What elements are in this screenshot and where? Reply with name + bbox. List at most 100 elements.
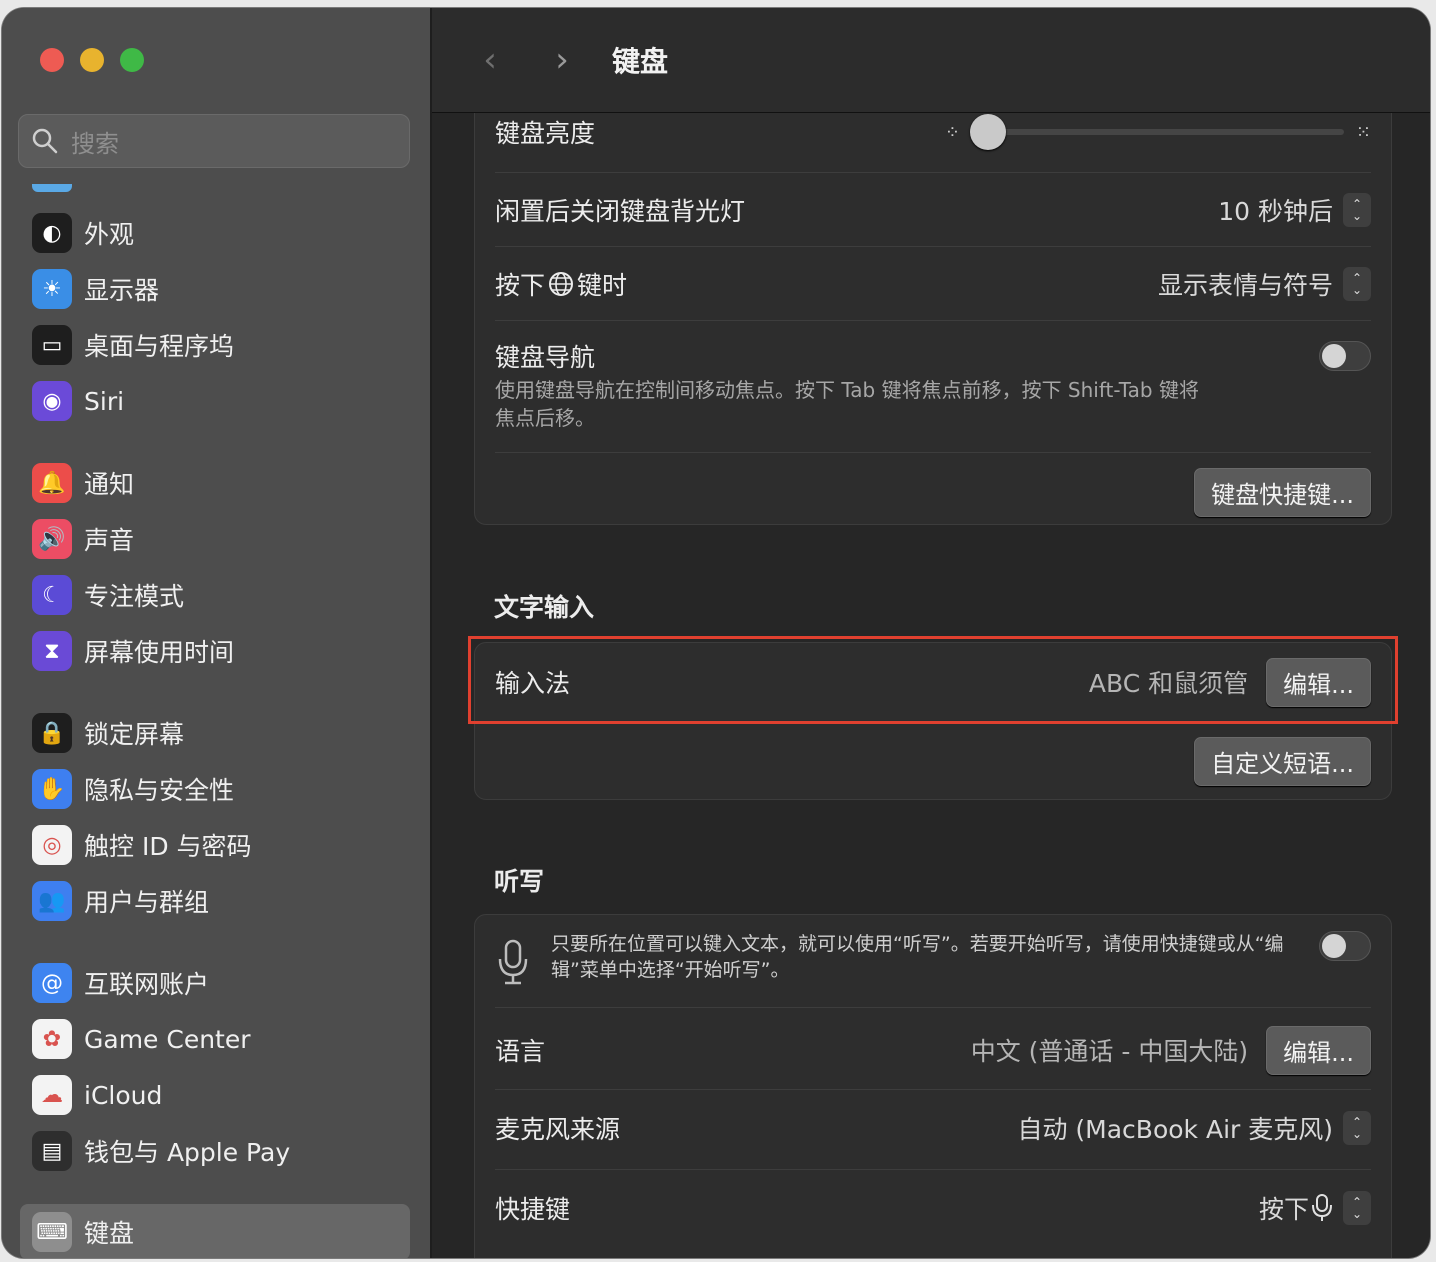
game-center-icon: ✿ [32,1019,72,1059]
mic-source-stepper[interactable]: ⌃ ⌄ [1343,1111,1371,1145]
close-button[interactable] [40,48,64,72]
text-replacements-button[interactable]: 自定义短语... [1194,736,1371,786]
dictation-card: 只要所在位置可以键入文本，就可以使用“听写”。若要开始听写，请使用快捷键或从“编… [474,914,1392,1258]
zoom-button[interactable] [120,48,144,72]
sidebar-item[interactable]: ☁ iCloud [20,1070,410,1120]
sidebar-item-label: 通知 [84,470,135,499]
sidebar-item-label: 键盘 [84,1219,135,1248]
brightness-high-icon: ⁙ [1355,121,1371,143]
bell-icon: 🔔 [32,463,72,503]
divider [495,320,1371,321]
sidebar-item[interactable]: @ 互联网账户 [20,958,410,1008]
divider [495,1169,1371,1170]
globe-key-stepper[interactable]: ⌃ ⌄ [1343,267,1371,301]
dictation-shortcut-row: 快捷键 按下 ⌃ ⌄ [495,1185,1371,1231]
sidebar-item[interactable]: ◉ Siri [20,376,410,426]
keyboard-nav-label: 键盘导航 [495,343,596,372]
keyboard-icon: ⌨ [32,1212,72,1252]
sidebar-item[interactable]: ▭ 桌面与程序坞 [20,320,410,370]
sidebar-item[interactable]: 👥 用户与群组 [20,876,410,926]
slider-knob[interactable] [969,114,1006,150]
keyboard-nav-toggle[interactable] [1319,341,1371,371]
dictation-shortcut-stepper[interactable]: ⌃ ⌄ [1343,1191,1371,1225]
sidebar-item[interactable]: ⧗ 屏幕使用时间 [20,626,410,676]
dictation-toggle[interactable] [1319,931,1371,961]
search-input[interactable]: 搜索 [71,124,119,159]
hand-icon: ✋ [32,769,72,809]
mic-source-value[interactable]: 自动 (MacBook Air 麦克风) [1017,1110,1333,1146]
toggle-knob [1322,344,1346,368]
toggle-knob [1322,934,1346,958]
sidebar-item-label: 显示器 [84,276,160,305]
slider-track[interactable] [969,114,1344,150]
fingerprint-icon: ◎ [32,825,72,865]
backlight-off-value[interactable]: 10 秒钟后 [1218,192,1333,228]
mic-source-row: 麦克风来源 自动 (MacBook Air 麦克风) ⌃ ⌄ [495,1105,1371,1151]
brightness-slider[interactable]: ⁘ ⁙ [944,114,1371,150]
dictation-language-row: 语言 中文 (普通话 - 中国大陆) 编辑... [495,1025,1371,1075]
dictation-shortcut-label: 快捷键 [495,1195,571,1224]
sidebar-item-label: Game Center [84,1024,251,1054]
back-button[interactable]: ‹ [470,40,510,80]
dictation-language-value: 中文 (普通话 - 中国大陆) [970,1037,1249,1066]
divider [495,1089,1371,1090]
sidebar-item-label: Siri [84,386,125,416]
search-field[interactable]: 搜索 [18,114,410,168]
globe-icon [549,272,574,296]
dictation-language-label: 语言 [495,1037,546,1066]
sidebar-item[interactable]: ⌨ 键盘 [20,1204,410,1258]
backlight-off-stepper[interactable]: ⌃ ⌄ [1343,193,1371,227]
sidebar-item[interactable]: ◐ 外观 [20,208,410,258]
dictation-description: 只要所在位置可以键入文本，就可以使用“听写”。若要开始听写，请使用快捷键或从“编… [551,933,1284,981]
brightness-icon: ☀ [32,269,72,309]
speaker-icon: 🔊 [32,519,72,559]
sidebar-item-label: 桌面与程序坞 [84,332,235,361]
brightness-low-icon: ⁘ [944,121,960,143]
text-replacements-row: 自定义短语... [495,736,1371,786]
sidebar-item-label: 钱包与 Apple Pay [84,1138,291,1167]
sidebar-item[interactable]: 🔔 通知 [20,458,410,508]
sidebar-item-label: 专注模式 [84,582,185,611]
dictation-toggle-row: 只要所在位置可以键入文本，就可以使用“听写”。若要开始听写，请使用快捷键或从“编… [495,931,1371,995]
sidebar-item[interactable]: ✋ 隐私与安全性 [20,764,410,814]
at-icon: @ [32,963,72,1003]
users-icon: 👥 [32,881,72,921]
page-title: 键盘 [612,45,669,78]
keyboard-shortcuts-button[interactable]: 键盘快捷键... [1194,467,1371,517]
wallet-icon: ▤ [32,1131,72,1171]
settings-window: 搜索 ◐ 外观 ☀ 显示器 ▭ 桌面与程序坞 ◉ Siri 🔔 通知 🔊 声音 ☾ 专注模式 ⧗ 屏幕使用时间… [2,8,1430,1258]
divider [495,452,1371,453]
minimize-button[interactable] [80,48,104,72]
sidebar-item[interactable]: ☾ 专注模式 [20,570,410,620]
sidebar-item[interactable]: ◎ 触控 ID 与密码 [20,820,410,870]
dictation-section-title: 听写 [494,867,545,896]
hourglass-icon: ⧗ [32,631,72,671]
toolbar: ‹ › 键盘 [432,8,1430,113]
keyboard-nav-description: 使用键盘导航在控制间移动焦点。按下 Tab 键将焦点前移，按下 Shift-Ta… [495,378,1199,430]
keyboard-card: 键盘亮度 ⁘ ⁙ 闲置后关闭键盘背光灯 10 秒钟后 ⌃ ⌄ 按下 键时 显示表… [474,68,1392,525]
sidebar-item[interactable]: 🔊 声音 [20,514,410,564]
moon-icon: ☾ [32,575,72,615]
backlight-off-label: 闲置后关闭键盘背光灯 [495,197,746,226]
sidebar-item[interactable]: 🔒 锁定屏幕 [20,708,410,758]
globe-label-post: 键时 [577,271,628,300]
forward-button[interactable]: › [542,40,582,80]
sidebar-item-label: 隐私与安全性 [84,776,235,805]
sidebar-item-label: 声音 [84,526,135,555]
text-input-section-title: 文字输入 [494,593,595,622]
sidebar-item[interactable]: ▤ 钱包与 Apple Pay [20,1126,410,1176]
sidebar-item-label: 锁定屏幕 [84,720,185,749]
sidebar-item[interactable]: ☀ 显示器 [20,264,410,314]
divider [495,246,1371,247]
globe-key-value[interactable]: 显示表情与符号 [1158,266,1333,302]
dictation-shortcut-value[interactable]: 按下 [1259,1190,1309,1226]
sidebar-item-label: 外观 [84,220,135,249]
sidebar-item-label: 触控 ID 与密码 [84,832,252,861]
shortcuts-row: 键盘快捷键... [495,467,1371,517]
brightness-row: 键盘亮度 ⁘ ⁙ [495,110,1371,154]
sidebar-item[interactable]: ✿ Game Center [20,1014,410,1064]
divider [495,172,1371,173]
sidebar: 搜索 ◐ 外观 ☀ 显示器 ▭ 桌面与程序坞 ◉ Siri 🔔 通知 🔊 声音 ☾ 专注模式 ⧗ 屏幕使用时间… [2,8,432,1258]
sidebar-item-label: 屏幕使用时间 [84,638,235,667]
dictation-language-edit-button[interactable]: 编辑... [1266,1025,1371,1075]
